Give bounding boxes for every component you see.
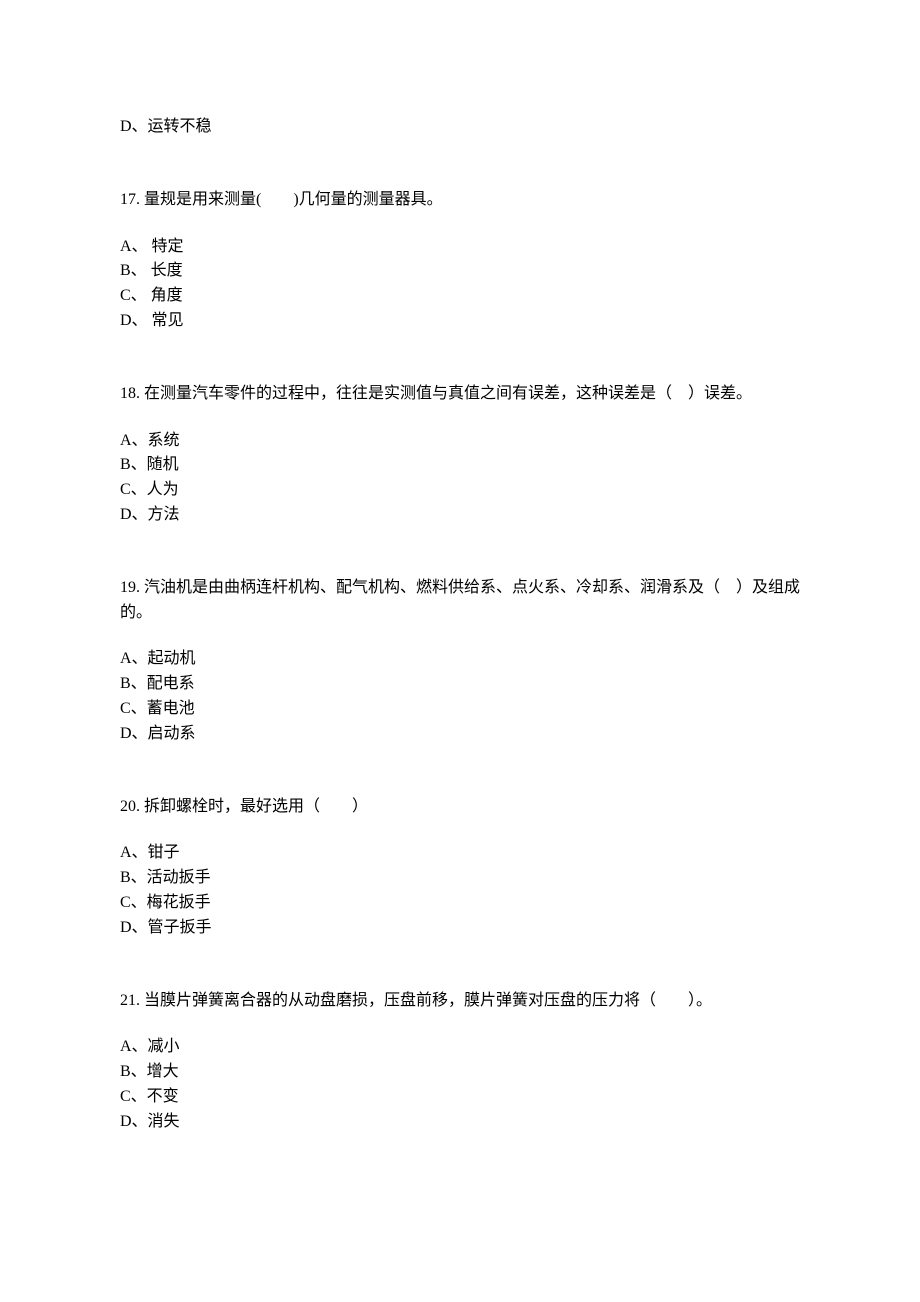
question-text: 17. 量规是用来测量( )几何量的测量器具。: [120, 188, 800, 213]
question-19: 19. 汽油机是由曲柄连杆机构、配气机构、燃料供给系、点火系、冷却系、润滑系及（…: [120, 576, 800, 747]
choice-b: B、增大: [120, 1060, 800, 1085]
question-text: 20. 拆卸螺栓时，最好选用（ ）: [120, 795, 800, 820]
choice-c: C、 角度: [120, 284, 800, 309]
choice-a: A、系统: [120, 429, 800, 454]
question-text: 21. 当膜片弹簧离合器的从动盘磨损，压盘前移，膜片弹簧对压盘的压力将（ ）。: [120, 989, 800, 1014]
question-number: 21.: [120, 992, 140, 1009]
question-20: 20. 拆卸螺栓时，最好选用（ ） A、钳子 B、活动扳手 C、梅花扳手 D、管…: [120, 795, 800, 941]
choice-a: A、钳子: [120, 841, 800, 866]
choice-list: A、钳子 B、活动扳手 C、梅花扳手 D、管子扳手: [120, 841, 800, 940]
question-body: 当膜片弹簧离合器的从动盘磨损，压盘前移，膜片弹簧对压盘的压力将（ ）。: [144, 992, 712, 1009]
question-body: 在测量汽车零件的过程中，往往是实测值与真值之间有误差，这种误差是（ ）误差。: [144, 385, 752, 402]
choice-d: D、方法: [120, 503, 800, 528]
choice-list: A、起动机 B、配电系 C、蓄电池 D、启动系: [120, 647, 800, 746]
question-21: 21. 当膜片弹簧离合器的从动盘磨损，压盘前移，膜片弹簧对压盘的压力将（ ）。 …: [120, 989, 800, 1135]
page-content: D、运转不稳 17. 量规是用来测量( )几何量的测量器具。 A、 特定 B、 …: [0, 0, 920, 1135]
choice-list: A、 特定 B、 长度 C、 角度 D、 常见: [120, 235, 800, 334]
question-18: 18. 在测量汽车零件的过程中，往往是实测值与真值之间有误差，这种误差是（ ）误…: [120, 382, 800, 528]
choice-c: C、不变: [120, 1085, 800, 1110]
choice-list: A、减小 B、增大 C、不变 D、消失: [120, 1035, 800, 1134]
choice-b: B、活动扳手: [120, 866, 800, 891]
choice-b: B、配电系: [120, 672, 800, 697]
question-17: 17. 量规是用来测量( )几何量的测量器具。 A、 特定 B、 长度 C、 角…: [120, 188, 800, 334]
orphan-choice-d: D、运转不稳: [120, 115, 800, 140]
choice-d: D、消失: [120, 1110, 800, 1135]
choice-d: D、 常见: [120, 309, 800, 334]
choice-b: B、 长度: [120, 259, 800, 284]
question-number: 17.: [120, 191, 140, 208]
choice-a: A、起动机: [120, 647, 800, 672]
choice-b: B、随机: [120, 453, 800, 478]
choice-list: A、系统 B、随机 C、人为 D、方法: [120, 429, 800, 528]
choice-a: A、 特定: [120, 235, 800, 260]
choice-c: C、梅花扳手: [120, 891, 800, 916]
choice-d: D、管子扳手: [120, 916, 800, 941]
question-number: 18.: [120, 385, 140, 402]
question-text: 19. 汽油机是由曲柄连杆机构、配气机构、燃料供给系、点火系、冷却系、润滑系及（…: [120, 576, 800, 626]
question-number: 20.: [120, 798, 140, 815]
question-text: 18. 在测量汽车零件的过程中，往往是实测值与真值之间有误差，这种误差是（ ）误…: [120, 382, 800, 407]
question-body: 拆卸螺栓时，最好选用（ ）: [144, 798, 368, 815]
choice-c: C、人为: [120, 478, 800, 503]
choice-a: A、减小: [120, 1035, 800, 1060]
question-body: 量规是用来测量( )几何量的测量器具。: [144, 191, 443, 208]
choice-c: C、蓄电池: [120, 697, 800, 722]
question-body: 汽油机是由曲柄连杆机构、配气机构、燃料供给系、点火系、冷却系、润滑系及（ ）及组…: [120, 579, 800, 621]
choice-d: D、启动系: [120, 722, 800, 747]
question-number: 19.: [120, 579, 140, 596]
